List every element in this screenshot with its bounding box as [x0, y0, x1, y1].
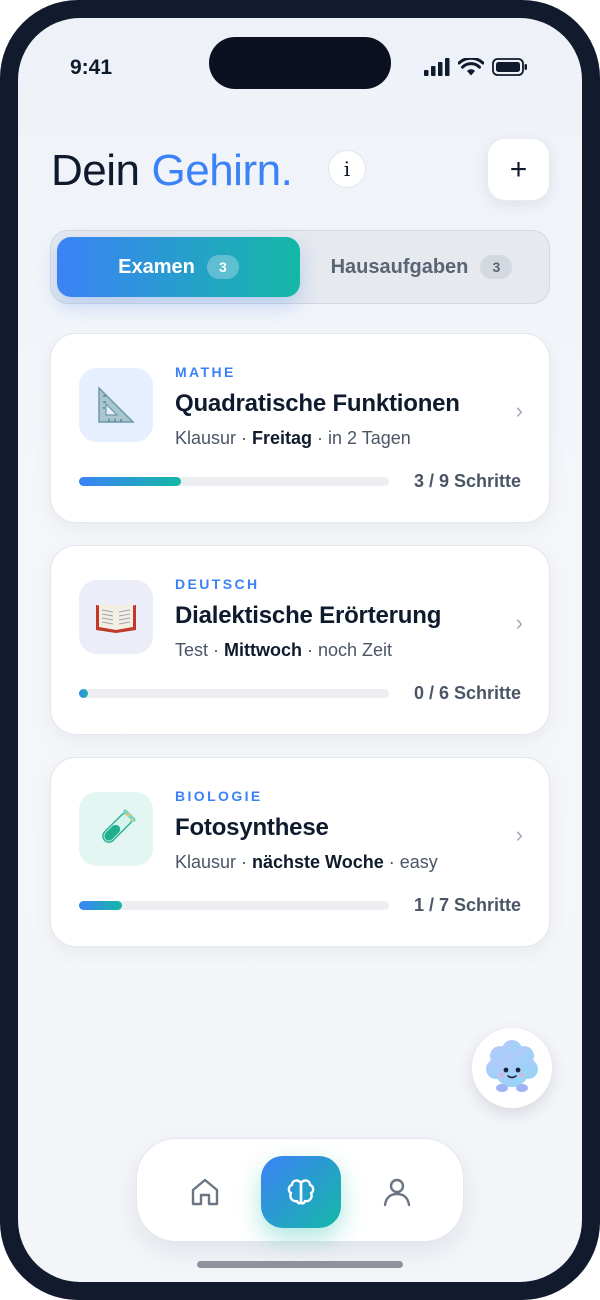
battery-icon [492, 58, 528, 76]
tab-label: Hausaufgaben [330, 255, 469, 278]
progress-fill [79, 477, 181, 486]
segment-tabs: Examen 3 Hausaufgaben 3 [50, 230, 550, 304]
home-icon [191, 1178, 219, 1206]
meta-note: easy [399, 852, 438, 872]
progress-fill [79, 901, 122, 910]
card-title: Quadratische Funktionen [175, 390, 460, 417]
page-title-prefix: Dein [51, 146, 140, 195]
meta-type: Klausur [175, 428, 237, 448]
wifi-icon [458, 58, 484, 76]
progress-track [79, 901, 389, 910]
meta-note: noch Zeit [318, 640, 393, 660]
card-subject: DEUTSCH [175, 576, 260, 592]
progress-steps: 1 / 7 Schritte [413, 895, 521, 915]
signal-icon [424, 58, 450, 76]
progress-track [79, 477, 389, 486]
chevron-right-icon: › [515, 610, 523, 635]
dynamic-island [209, 37, 391, 89]
page-title: Dein Gehirn. [51, 146, 293, 196]
card-meta: Test · Mittwoch · noch Zeit [175, 640, 393, 660]
exam-card-deutsch[interactable]: DEUTSCH Dialektische Erörterung › Test ·… [50, 545, 550, 735]
card-subject: BIOLOGIE [175, 788, 263, 804]
status-time: 9:41 [70, 56, 113, 79]
card-subject: MATHE [175, 364, 236, 380]
card-meta: Klausur · nächste Woche · easy [175, 852, 438, 872]
home-indicator[interactable] [197, 1261, 403, 1268]
progress-track [79, 689, 389, 698]
tab-count-badge: 3 [206, 255, 239, 279]
app-screen: 9:41 Dein Gehirn. i + Examen 3 Hausaufga… [18, 18, 582, 1282]
card-title: Fotosynthese [175, 814, 329, 841]
meta-type: Klausur [175, 852, 237, 872]
progress-steps: 0 / 6 Schritte [413, 683, 521, 703]
progress-fill [79, 689, 88, 698]
meta-day: Mittwoch [224, 640, 303, 660]
card-title: Dialektische Erörterung [175, 602, 442, 629]
tab-count-badge: 3 [480, 255, 513, 279]
set-square-icon [79, 368, 153, 442]
meta-day: Freitag [252, 428, 313, 448]
open-book-icon [79, 580, 153, 654]
chevron-right-icon: › [515, 822, 523, 847]
exam-card-biologie[interactable]: BIOLOGIE Fotosynthese › Klausur · nächst… [50, 757, 550, 947]
status-icons [424, 58, 528, 76]
exam-card-mathe[interactable]: MATHE Quadratische Funktionen › Klausur … [50, 333, 550, 523]
progress-steps: 3 / 9 Schritte [413, 471, 521, 491]
tab-label: Examen [118, 255, 195, 278]
bottom-navigation [136, 1138, 464, 1242]
nav-brain[interactable] [261, 1156, 341, 1228]
meta-type: Test [175, 640, 209, 660]
add-button[interactable]: + [487, 138, 550, 201]
meta-note: in 2 Tagen [328, 428, 411, 448]
brain-icon [287, 1179, 315, 1205]
chevron-right-icon: › [515, 398, 523, 423]
tab-hausaufgaben[interactable]: Hausaufgaben 3 [300, 237, 543, 297]
nav-profile[interactable] [357, 1156, 437, 1228]
page-title-highlight: Gehirn. [151, 146, 293, 195]
info-button[interactable]: i [328, 150, 366, 188]
test-tube-icon [79, 792, 153, 866]
brain-mascot-button[interactable] [472, 1028, 552, 1108]
card-meta: Klausur · Freitag · in 2 Tagen [175, 428, 411, 448]
profile-icon [383, 1178, 411, 1207]
tab-examen[interactable]: Examen 3 [57, 237, 300, 297]
meta-day: nächste Woche [252, 852, 384, 872]
brain-mascot-icon [486, 1040, 538, 1092]
phone-frame: 9:41 Dein Gehirn. i + Examen 3 Hausaufga… [0, 0, 600, 1300]
nav-home[interactable] [165, 1156, 245, 1228]
